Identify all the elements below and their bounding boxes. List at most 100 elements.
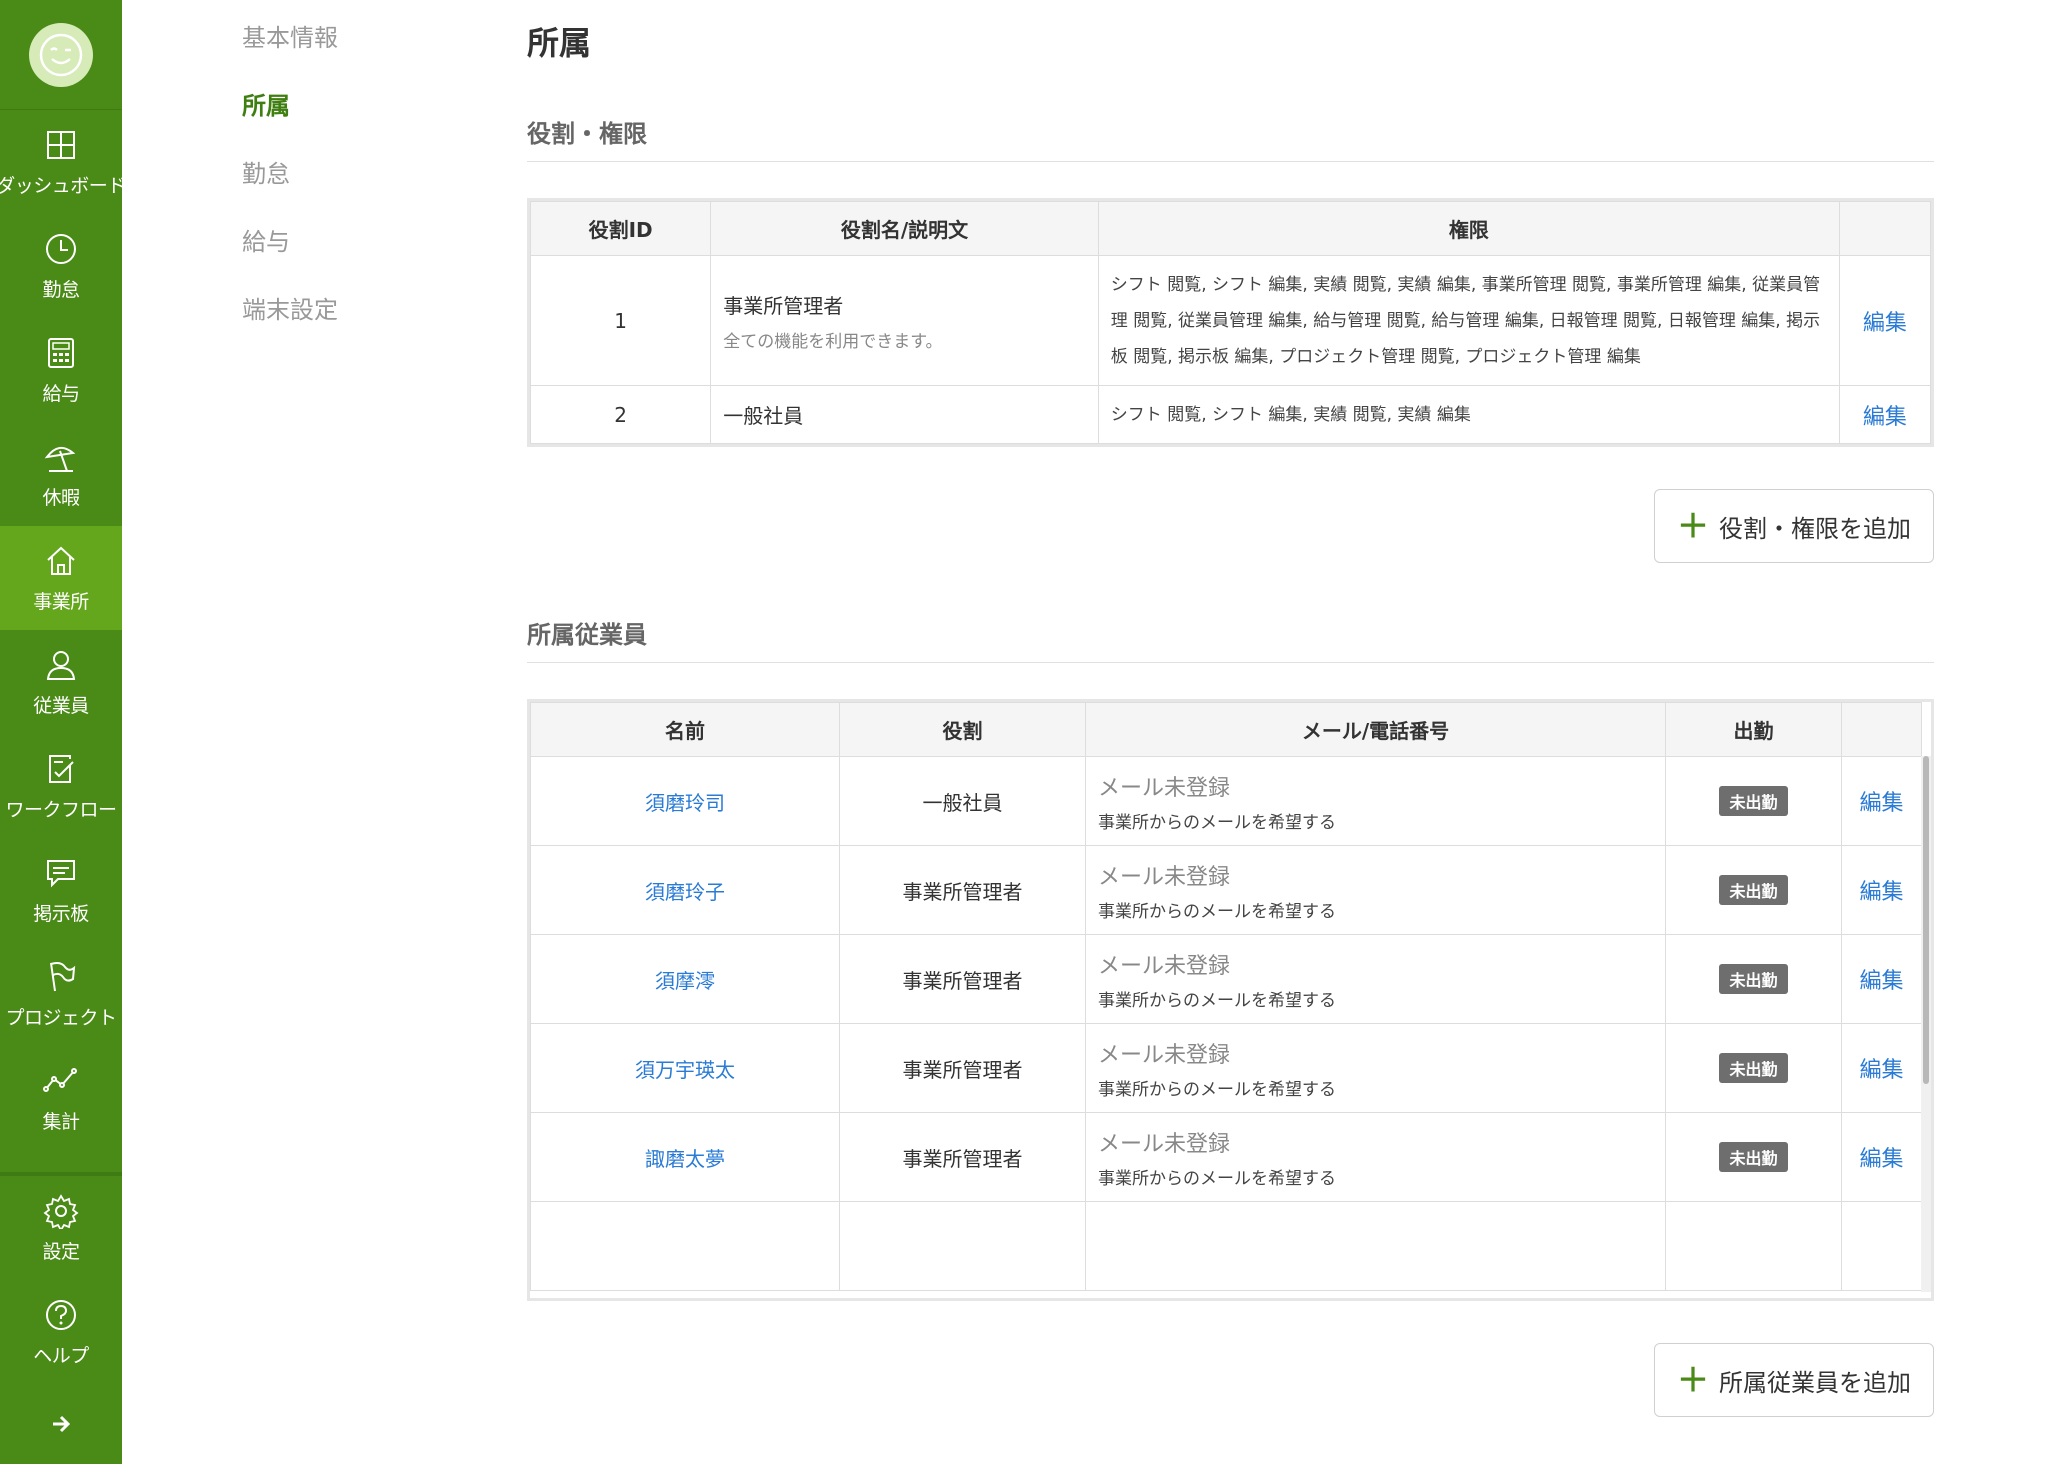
subnav-device-settings[interactable]: 端末設定	[242, 290, 462, 358]
nav-office[interactable]: 事業所	[0, 526, 122, 630]
nav-dashboard[interactable]: ダッシュボード	[0, 110, 126, 214]
chat-icon	[47, 859, 75, 887]
edit-link[interactable]: 編集	[1841, 756, 1922, 846]
edit-link[interactable]: 編集	[1841, 1112, 1922, 1202]
table-row: 1 事業所管理者 全ての機能を利用できます。 シフト 閲覧, シフト 編集, 実…	[529, 255, 1932, 386]
status-badge: 未出勤	[1719, 1053, 1788, 1083]
employee-contact: メール未登録 事業所からのメールを希望する	[1085, 845, 1666, 935]
nav-label: 集計	[42, 1110, 80, 1133]
edit-link[interactable]: 編集	[1841, 934, 1922, 1024]
nav-help[interactable]: ヘルプ	[0, 1280, 122, 1384]
subnav-payroll[interactable]: 給与	[242, 222, 462, 290]
email-status: メール未登録	[1098, 953, 1231, 979]
help-icon	[46, 1299, 76, 1330]
nav-label: ダッシュボード	[0, 174, 126, 197]
role-id: 2	[529, 385, 712, 444]
employees-scroll-area[interactable]: 名前 役割 メール/電話番号 出勤 須磨玲司 一般社員 メール未登録 事業所から…	[530, 702, 1931, 1298]
table-row: 須磨玲司 一般社員 メール未登録 事業所からのメールを希望する 未出勤 編集	[530, 756, 1922, 846]
table-row: 須万宇瑛太 事業所管理者 メール未登録 事業所からのメールを希望する 未出勤 編…	[530, 1023, 1922, 1113]
subnav-affiliation[interactable]: 所属	[242, 86, 462, 154]
nav-payroll[interactable]: 給与	[0, 318, 122, 422]
email-preference: 事業所からのメールを希望する	[1098, 901, 1336, 922]
employee-role: 事業所管理者	[839, 845, 1086, 935]
status-badge: 未出勤	[1719, 875, 1788, 905]
employees-header-row: 名前 役割 メール/電話番号 出勤	[530, 702, 1922, 757]
employee-contact: メール未登録 事業所からのメールを希望する	[1085, 1112, 1666, 1202]
edit-link[interactable]: 編集	[1838, 255, 1932, 386]
employee-name-link[interactable]: 須万宇瑛太	[635, 1058, 735, 1082]
nav-employees[interactable]: 従業員	[0, 630, 122, 734]
nav-settings[interactable]: 設定	[0, 1176, 122, 1280]
main-content: 所属 役割・権限 役割ID 役割名/説明文 権限 1 事業所管理者 全ての機能を…	[527, 0, 1934, 1417]
scrollbar[interactable]	[1921, 756, 1931, 1292]
sidebar: ダッシュボード 勤怠 給与 休暇 事業所 従業員 ワークフロー 掲示板 プロジェ…	[0, 0, 126, 1464]
role-id: 1	[529, 255, 712, 386]
nav-bulletin[interactable]: 掲示板	[0, 838, 122, 942]
roles-header-row: 役割ID 役割名/説明文 権限	[529, 201, 1932, 256]
add-employee-label: 所属従業員を追加	[1719, 1368, 1911, 1397]
avatar-area	[0, 0, 122, 110]
email-status: メール未登録	[1098, 1042, 1231, 1068]
status-badge: 未出勤	[1719, 1142, 1788, 1172]
dashboard-icon	[47, 130, 75, 159]
employees-actions: ＋ 所属従業員を追加	[527, 1343, 1934, 1417]
employee-name-link[interactable]: 須磨玲子	[645, 880, 725, 904]
email-status: メール未登録	[1098, 775, 1231, 801]
col-header: 役割ID	[529, 201, 712, 256]
status-badge: 未出勤	[1719, 786, 1788, 816]
employee-name-link[interactable]: 須摩澪	[655, 969, 715, 993]
employee-role: 一般社員	[839, 756, 1086, 846]
page-title: 所属	[527, 24, 592, 62]
flag-icon	[50, 961, 76, 991]
sidebar-bottom: 設定 ヘルプ	[0, 1172, 122, 1464]
col-header: 出勤	[1665, 702, 1842, 757]
employees-section-title: 所属従業員	[527, 615, 1934, 663]
subnav-basic-info[interactable]: 基本情報	[242, 18, 462, 86]
add-role-label: 役割・権限を追加	[1719, 514, 1911, 543]
add-employee-button[interactable]: ＋ 所属従業員を追加	[1653, 1343, 1934, 1417]
employee-name-link[interactable]: 須磨玲司	[645, 791, 725, 815]
plus-icon: ＋	[1676, 507, 1709, 545]
parasol-icon	[44, 446, 76, 472]
roles-actions: ＋ 役割・権限を追加	[527, 489, 1934, 563]
col-header: 役割名/説明文	[710, 201, 1099, 256]
col-header: 名前	[530, 702, 840, 757]
person-icon	[46, 650, 76, 680]
plus-icon: ＋	[1676, 1361, 1709, 1399]
nav-label: 休暇	[42, 486, 80, 509]
employee-contact: メール未登録 事業所からのメールを希望する	[1085, 934, 1666, 1024]
role-name-cell: 事業所管理者 全ての機能を利用できます。	[710, 255, 1099, 386]
email-status: メール未登録	[1098, 1131, 1231, 1157]
avatar[interactable]	[29, 22, 93, 87]
role-name: 事業所管理者	[723, 293, 844, 318]
employee-name-link[interactable]: 諏磨太夢	[645, 1147, 725, 1171]
edit-link[interactable]: 編集	[1841, 1023, 1922, 1113]
table-row: 須摩澪 事業所管理者 メール未登録 事業所からのメールを希望する 未出勤 編集	[530, 934, 1922, 1024]
nav-label: 給与	[42, 382, 80, 405]
col-header: メール/電話番号	[1085, 702, 1666, 757]
add-role-button[interactable]: ＋ 役割・権限を追加	[1653, 489, 1934, 563]
nav-label: プロジェクト	[5, 1006, 117, 1029]
edit-link[interactable]: 編集	[1841, 845, 1922, 935]
role-permissions: シフト 閲覧, シフト 編集, 実績 閲覧, 実績 編集	[1097, 385, 1840, 444]
email-preference: 事業所からのメールを希望する	[1098, 812, 1336, 833]
scrollbar-thumb[interactable]	[1923, 756, 1929, 1084]
subnav-attendance[interactable]: 勤怠	[242, 154, 462, 222]
nav-attendance[interactable]: 勤怠	[0, 214, 122, 318]
edit-link[interactable]: 編集	[1838, 385, 1932, 444]
role-permissions: シフト 閲覧, シフト 編集, 実績 閲覧, 実績 編集, 事業所管理 閲覧, …	[1097, 255, 1840, 386]
table-row-empty	[530, 1201, 1922, 1291]
roles-section-title: 役割・権限	[527, 114, 1934, 162]
col-header	[1841, 702, 1922, 757]
nav-workflow[interactable]: ワークフロー	[0, 734, 122, 838]
collapse-toggle[interactable]	[0, 1384, 122, 1464]
col-header: 権限	[1097, 201, 1840, 256]
nav-project[interactable]: プロジェクト	[0, 942, 122, 1046]
nav-summary[interactable]: 集計	[0, 1046, 122, 1150]
col-header	[1838, 201, 1932, 256]
nav-vacation[interactable]: 休暇	[0, 422, 122, 526]
sub-navigation: 基本情報 所属 勤怠 給与 端末設定	[242, 18, 462, 358]
table-row: 諏磨太夢 事業所管理者 メール未登録 事業所からのメールを希望する 未出勤 編集	[530, 1112, 1922, 1202]
employees-table: 名前 役割 メール/電話番号 出勤 須磨玲司 一般社員 メール未登録 事業所から…	[527, 699, 1934, 1301]
email-preference: 事業所からのメールを希望する	[1098, 990, 1336, 1011]
